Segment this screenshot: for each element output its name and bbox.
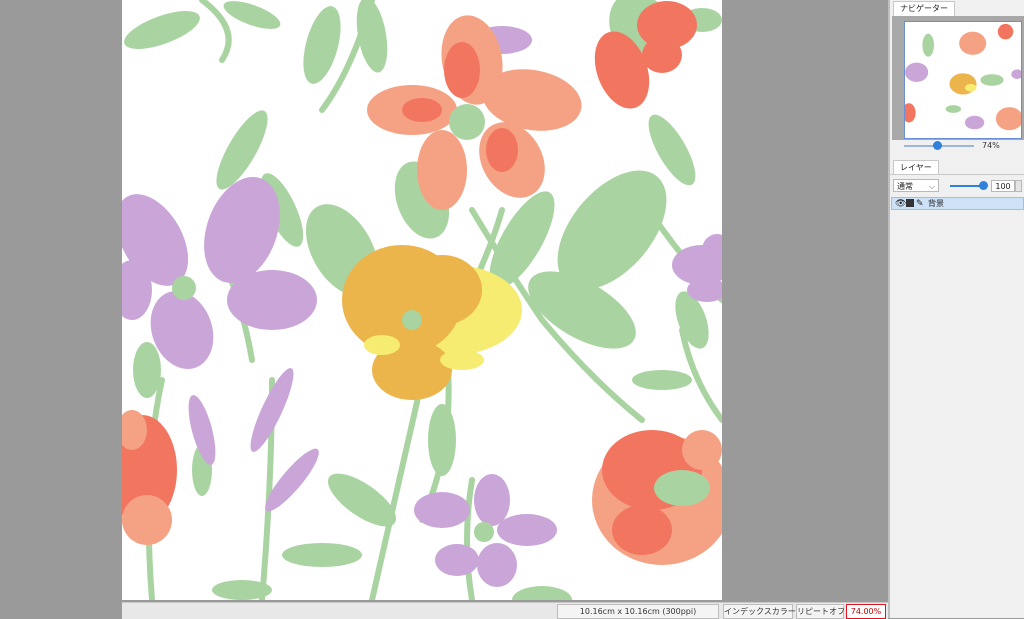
- repeat-toggle[interactable]: リピートオフ: [796, 604, 845, 619]
- status-bar: 10.16cm x 10.16cm (300ppi) インデックスカラー リピー…: [122, 602, 888, 619]
- mask-icon[interactable]: [906, 199, 914, 207]
- right-panel: ナビゲーター 74% レイヤー 通常 ⌵ 100 👁 ✎ 背景: [890, 0, 1024, 618]
- opacity-slider-handle[interactable]: [979, 181, 988, 190]
- navigator-zoom-handle[interactable]: [933, 141, 942, 150]
- eye-icon[interactable]: 👁: [895, 199, 906, 209]
- canvas-size-readout: 10.16cm x 10.16cm (300ppi): [557, 604, 719, 619]
- opacity-spinner[interactable]: [1015, 180, 1022, 192]
- opacity-input[interactable]: 100: [991, 180, 1015, 192]
- tab-layers[interactable]: レイヤー: [893, 160, 939, 175]
- floral-artwork: [122, 0, 722, 600]
- navigator-area: [892, 16, 1024, 140]
- navigator-preview: [905, 23, 1021, 131]
- layer-name: 背景: [928, 199, 944, 208]
- chevron-down-icon: ⌵: [928, 182, 935, 191]
- blend-mode-select[interactable]: 通常 ⌵: [893, 179, 939, 192]
- index-color-button[interactable]: インデックスカラー: [723, 604, 796, 619]
- workspace: [0, 0, 890, 618]
- blend-mode-value: 通常: [897, 182, 913, 191]
- zoom-readout[interactable]: 74.00%: [846, 604, 886, 619]
- document-canvas[interactable]: [122, 0, 722, 600]
- pen-icon[interactable]: ✎: [916, 199, 924, 209]
- tab-navigator[interactable]: ナビゲーター: [893, 1, 955, 16]
- layer-header-divider: [890, 174, 1024, 175]
- navigator-zoom-value: 74%: [982, 141, 1000, 150]
- navigator-thumbnail[interactable]: [904, 21, 1022, 139]
- layer-item-background[interactable]: 👁 ✎ 背景: [891, 197, 1024, 210]
